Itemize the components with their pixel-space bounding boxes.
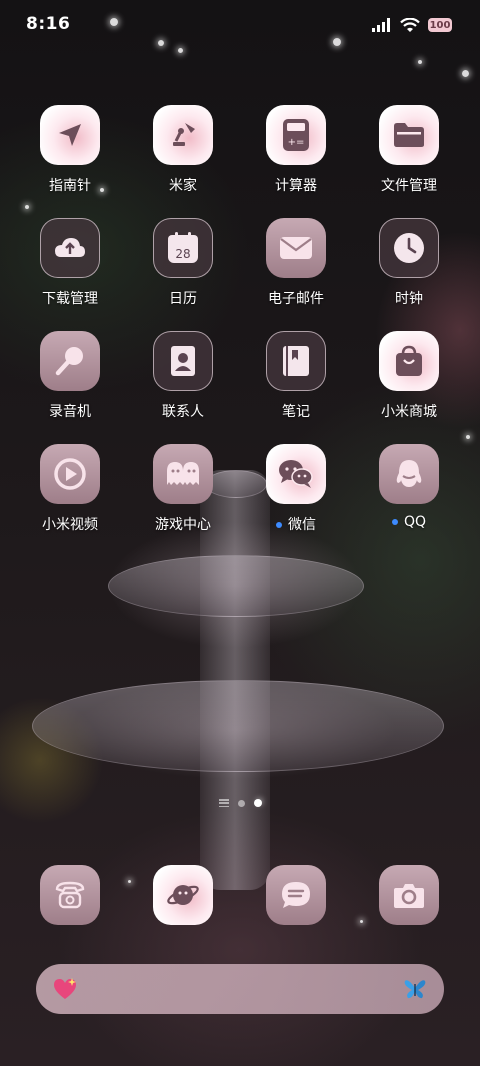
app-clock[interactable]: 时钟 — [354, 218, 464, 308]
app-label: 下载管理 — [42, 291, 98, 307]
app-label: 录音机 — [49, 404, 91, 420]
ghosts-icon — [153, 444, 213, 504]
dock-browser[interactable] — [153, 865, 213, 925]
app-download-manager[interactable]: 下载管理 — [15, 218, 125, 308]
status-bar: 8:16 100 — [0, 0, 480, 50]
page-list-icon — [218, 799, 229, 807]
envelope-icon — [266, 218, 326, 278]
app-mi-store[interactable]: 小米商城 — [354, 331, 464, 421]
app-label: QQ — [403, 514, 427, 530]
telephone-icon — [40, 865, 100, 925]
app-label: 联系人 — [162, 404, 204, 420]
app-label: 指南针 — [49, 178, 91, 194]
clock-icon — [379, 218, 439, 278]
status-icons: 100 — [372, 16, 452, 34]
app-label-wechat: 微信 — [241, 514, 351, 534]
battery-icon: 100 — [428, 18, 452, 32]
message-bubble-icon — [266, 865, 326, 925]
app-label: 电子邮件 — [268, 291, 324, 307]
app-label: 笔记 — [282, 404, 310, 420]
app-calculator[interactable]: += 计算器 — [241, 105, 351, 195]
compass-arrow-icon — [40, 105, 100, 165]
shopping-bag-icon — [379, 331, 439, 391]
page-indicator[interactable] — [0, 797, 480, 809]
app-label: 文件管理 — [381, 178, 437, 194]
app-wechat[interactable]: 微信 — [241, 444, 351, 534]
notification-dot — [391, 519, 398, 525]
folder-icon — [379, 105, 439, 165]
calendar-icon: 28 — [153, 218, 213, 278]
calendar-date: 28 — [175, 247, 190, 261]
app-label: 计算器 — [275, 178, 317, 194]
app-qq[interactable]: QQ — [354, 444, 464, 530]
app-file-manager[interactable]: 文件管理 — [354, 105, 464, 195]
page-dot-active — [253, 799, 262, 807]
signal-icon — [372, 18, 390, 32]
app-label: 小米商城 — [381, 404, 437, 420]
app-label: 时钟 — [395, 291, 423, 307]
dock-phone[interactable] — [40, 865, 100, 925]
svg-text:+=: += — [288, 137, 305, 148]
dock-messages[interactable] — [266, 865, 326, 925]
planet-icon — [153, 865, 213, 925]
app-calendar[interactable]: 28 日历 — [128, 218, 238, 308]
notification-dot — [276, 522, 282, 528]
home-screen: 8:16 100 指南针 米家 += 计算器 文件管理 下载管理 28 日历 电… — [0, 0, 480, 1066]
wechat-icon — [266, 444, 326, 504]
app-game-center[interactable]: 游戏中心 — [128, 444, 238, 534]
contact-card-icon — [153, 331, 213, 391]
app-mijia[interactable]: 米家 — [128, 105, 238, 195]
search-bar[interactable] — [36, 964, 444, 1014]
page-dot — [237, 799, 245, 807]
dock-camera[interactable] — [379, 865, 439, 925]
app-mi-video[interactable]: 小米视频 — [15, 444, 125, 534]
app-notes[interactable]: 笔记 — [241, 331, 351, 421]
notebook-icon — [266, 331, 326, 391]
app-compass[interactable]: 指南针 — [15, 105, 125, 195]
app-recorder[interactable]: 录音机 — [15, 331, 125, 421]
microphone-icon — [40, 331, 100, 391]
qq-penguin-icon — [379, 444, 439, 504]
butterfly-icon — [404, 980, 426, 999]
app-label: 微信 — [288, 517, 316, 533]
play-icon — [40, 444, 100, 504]
app-label-qq: QQ — [354, 514, 464, 530]
app-label: 米家 — [169, 178, 197, 194]
status-time: 8:16 — [26, 14, 71, 34]
wifi-icon — [400, 17, 420, 32]
app-contacts[interactable]: 联系人 — [128, 331, 238, 421]
lamp-icon — [153, 105, 213, 165]
sparkling-heart-icon — [54, 978, 76, 999]
app-label: 日历 — [169, 291, 197, 307]
cloud-download-icon — [40, 218, 100, 278]
camera-icon — [379, 865, 439, 925]
app-label: 小米视频 — [42, 517, 98, 533]
app-label: 游戏中心 — [155, 517, 211, 533]
app-email[interactable]: 电子邮件 — [241, 218, 351, 308]
calculator-icon: += — [266, 105, 326, 165]
